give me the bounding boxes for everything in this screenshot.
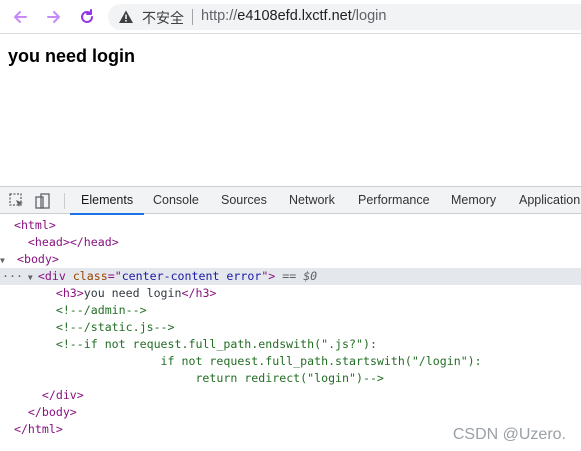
dom-node-html[interactable]: <html> xyxy=(0,217,581,234)
tab-elements[interactable]: Elements xyxy=(69,187,145,215)
reload-button[interactable] xyxy=(75,5,99,29)
tab-performance[interactable]: Performance xyxy=(358,187,430,214)
dom-comment-code-2[interactable]: if not request.full_path.startswith("/lo… xyxy=(0,353,581,370)
dom-comment-code-3[interactable]: return redirect("login")--> xyxy=(0,370,581,387)
toolbar-divider xyxy=(64,193,65,209)
tab-memory[interactable]: Memory xyxy=(451,187,496,214)
dom-comment-admin[interactable]: <!--/admin--> xyxy=(0,302,581,319)
page-viewport: you need login xyxy=(0,34,581,186)
omnibox-separator xyxy=(192,9,193,25)
dom-node-h3[interactable]: <h3>you need login</h3> xyxy=(0,285,581,302)
tab-network[interactable]: Network xyxy=(289,187,335,214)
inspect-element-icon[interactable] xyxy=(8,192,26,210)
more-options-icon[interactable]: ··· xyxy=(2,268,23,285)
back-arrow-icon xyxy=(14,11,27,23)
tab-sources[interactable]: Sources xyxy=(221,187,267,214)
url-protocol: http:// xyxy=(201,8,238,24)
page-heading: you need login xyxy=(8,46,136,66)
tab-console[interactable]: Console xyxy=(153,187,199,214)
forward-arrow-icon xyxy=(47,11,60,23)
expand-triangle-icon[interactable]: ▼ xyxy=(0,252,10,269)
reload-icon xyxy=(81,9,93,23)
elements-tree: <html> <head></head> ▼ <body> ··· ▼ <div … xyxy=(0,215,581,451)
url-text[interactable]: http://e4108efd.lxctf.net/login xyxy=(201,8,386,24)
devtools-panel: Elements Console Sources Network Perform… xyxy=(0,186,581,450)
dom-node-head[interactable]: <head></head> xyxy=(0,234,581,251)
back-button[interactable] xyxy=(8,5,32,29)
insecure-label[interactable]: 不安全 xyxy=(142,8,184,28)
url-host: e4108efd.lxctf.net xyxy=(237,8,352,24)
watermark: CSDN @Uzero. xyxy=(452,426,566,443)
dom-node-div-selected[interactable]: ··· ▼ <div class="center-content error"> … xyxy=(0,268,581,285)
url-path: /login xyxy=(351,8,387,24)
browser-toolbar: 不安全 http://e4108efd.lxctf.net/login xyxy=(0,0,581,34)
dom-comment-static[interactable]: <!--/static.js--> xyxy=(0,319,581,336)
address-bar[interactable]: 不安全 http://e4108efd.lxctf.net/login xyxy=(108,4,581,30)
dom-node-body[interactable]: ▼ <body> xyxy=(0,251,581,268)
devtools-tabbar: Elements Console Sources Network Perform… xyxy=(0,187,581,215)
dom-node-div-close[interactable]: </div> xyxy=(0,387,581,404)
device-toolbar-icon[interactable] xyxy=(34,192,52,210)
dom-comment-code-1[interactable]: <!--if not request.full_path.endswith(".… xyxy=(0,336,581,353)
expand-triangle-icon[interactable]: ▼ xyxy=(28,269,38,286)
tab-application[interactable]: Application xyxy=(519,187,580,214)
dom-node-body-close[interactable]: </body> xyxy=(0,404,581,421)
warning-icon[interactable] xyxy=(118,9,134,25)
forward-button[interactable] xyxy=(42,5,66,29)
